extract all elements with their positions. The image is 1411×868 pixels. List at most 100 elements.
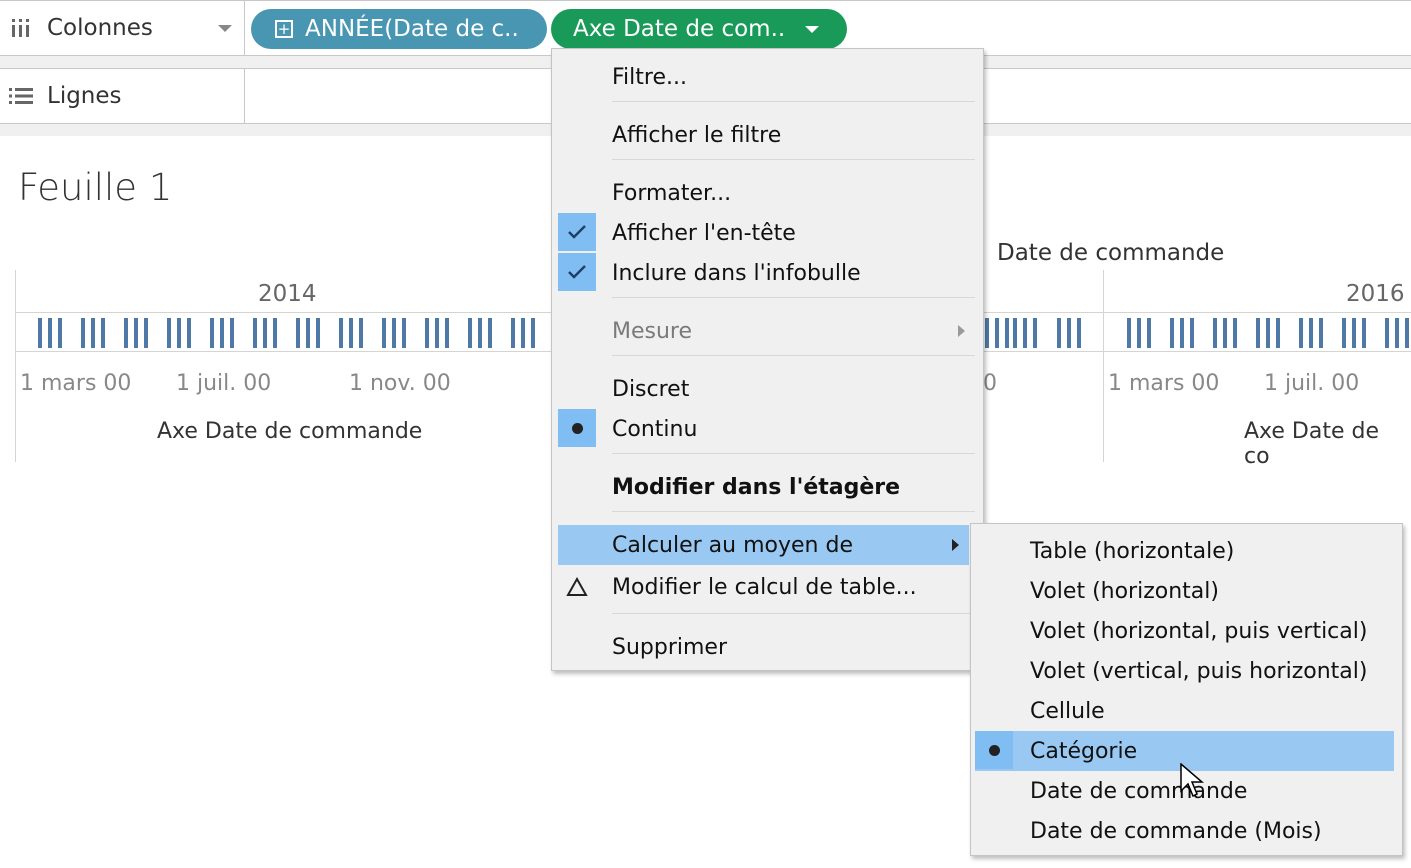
bar-mark[interactable] [134, 318, 138, 348]
bar-mark[interactable] [1170, 318, 1174, 348]
chevron-down-icon[interactable] [218, 25, 232, 32]
bar-mark[interactable] [339, 318, 343, 348]
radio-dot-icon [975, 731, 1013, 769]
bar-mark[interactable] [306, 318, 310, 348]
bar-mark[interactable] [468, 318, 472, 348]
bar-mark[interactable] [316, 318, 320, 348]
bar-mark[interactable] [253, 318, 257, 348]
menu-item-edit-table-calc[interactable]: Modifier le calcul de table... [558, 567, 975, 607]
bar-mark[interactable] [995, 318, 999, 348]
bar-mark[interactable] [521, 318, 525, 348]
bar-mark[interactable] [1319, 318, 1323, 348]
axis-title-partial[interactable]: Axe Date de co [1244, 419, 1411, 469]
bar-mark[interactable] [1256, 318, 1260, 348]
bar-mark[interactable] [1276, 318, 1280, 348]
menu-item-discrete[interactable]: Discret [558, 369, 975, 409]
rows-label: Lignes [47, 83, 122, 109]
submenu-item-pane-horizontal[interactable]: Volet (horizontal) [975, 571, 1394, 611]
bar-mark[interactable] [48, 318, 52, 348]
bar-mark[interactable] [425, 318, 429, 348]
bar-mark[interactable] [382, 318, 386, 348]
bar-mark[interactable] [1147, 318, 1151, 348]
submenu-item-cell[interactable]: Cellule [975, 691, 1394, 731]
submenu-item-label: Table (horizontale) [1030, 538, 1235, 564]
bar-mark[interactable] [263, 318, 267, 348]
menu-item-filter[interactable]: Filtre... [558, 57, 975, 97]
bar-mark[interactable] [1005, 318, 1009, 348]
bar-mark[interactable] [1395, 318, 1399, 348]
bar-mark[interactable] [210, 318, 214, 348]
bar-mark[interactable] [531, 318, 535, 348]
bar-mark[interactable] [1266, 318, 1270, 348]
bar-mark[interactable] [445, 318, 449, 348]
axis-title[interactable]: Axe Date de commande [157, 419, 422, 444]
bar-mark[interactable] [402, 318, 406, 348]
bar-mark[interactable] [435, 318, 439, 348]
bar-mark[interactable] [1223, 318, 1227, 348]
submenu-item-order-date-month[interactable]: Date de commande (Mois) [975, 811, 1394, 851]
bar-mark[interactable] [1309, 318, 1313, 348]
bar-mark[interactable] [296, 318, 300, 348]
menu-item-compute-using[interactable]: Calculer au moyen de [558, 525, 969, 565]
bar-mark[interactable] [1013, 318, 1017, 348]
bar-mark[interactable] [144, 318, 148, 348]
year-header-2014[interactable]: 2014 [258, 281, 317, 307]
menu-item-include-tooltip[interactable]: Inclure dans l'infobulle [558, 253, 975, 293]
bar-mark[interactable] [1213, 318, 1217, 348]
bar-mark[interactable] [101, 318, 105, 348]
bar-mark[interactable] [1405, 318, 1409, 348]
year-header-2016[interactable]: 2016 [1346, 281, 1405, 307]
bar-mark[interactable] [1033, 318, 1037, 348]
pill-year-date[interactable]: + ANNÉE(Date de c.. [251, 9, 547, 49]
bar-mark[interactable] [1023, 318, 1027, 348]
menu-item-edit-in-shelf[interactable]: Modifier dans l'étagère [558, 467, 975, 507]
bar-mark[interactable] [478, 318, 482, 348]
menu-item-format[interactable]: Formater... [558, 173, 975, 213]
menu-item-show-filter[interactable]: Afficher le filtre [558, 115, 975, 155]
expand-plus-icon[interactable]: + [275, 20, 293, 38]
bar-mark[interactable] [1233, 318, 1237, 348]
submenu-item-pane-vertical-horizontal[interactable]: Volet (vertical, puis horizontal) [975, 651, 1394, 691]
bar-mark[interactable] [58, 318, 62, 348]
bar-mark[interactable] [187, 318, 191, 348]
bar-mark[interactable] [1180, 318, 1184, 348]
bar-mark[interactable] [511, 318, 515, 348]
bar-mark[interactable] [220, 318, 224, 348]
bar-mark[interactable] [1385, 318, 1389, 348]
bar-mark[interactable] [177, 318, 181, 348]
menu-separator [612, 159, 975, 160]
bar-mark[interactable] [1342, 318, 1346, 348]
pill-dropdown-icon[interactable] [805, 26, 819, 33]
bar-mark[interactable] [1299, 318, 1303, 348]
bar-mark[interactable] [1362, 318, 1366, 348]
bar-mark[interactable] [359, 318, 363, 348]
bar-mark[interactable] [81, 318, 85, 348]
bar-mark[interactable] [349, 318, 353, 348]
bar-mark[interactable] [1067, 318, 1071, 348]
bar-mark[interactable] [38, 318, 42, 348]
submenu-item-pane-horizontal-vertical[interactable]: Volet (horizontal, puis vertical) [975, 611, 1394, 651]
bar-mark[interactable] [124, 318, 128, 348]
menu-separator [612, 613, 975, 614]
bar-mark[interactable] [1057, 318, 1061, 348]
pill-axis-date[interactable]: Axe Date de com.. [551, 9, 847, 49]
menu-item-show-header[interactable]: Afficher l'en-tête [558, 213, 975, 253]
bar-mark[interactable] [488, 318, 492, 348]
bar-mark[interactable] [167, 318, 171, 348]
bar-mark[interactable] [1352, 318, 1356, 348]
bar-mark[interactable] [985, 318, 989, 348]
menu-item-delete[interactable]: Supprimer [558, 627, 975, 667]
bar-mark[interactable] [1190, 318, 1194, 348]
bar-mark[interactable] [1127, 318, 1131, 348]
bar-mark[interactable] [392, 318, 396, 348]
menu-item-label: Afficher le filtre [612, 122, 782, 148]
bar-mark[interactable] [230, 318, 234, 348]
menu-item-continuous[interactable]: Continu [558, 409, 975, 449]
menu-item-label: Modifier le calcul de table... [612, 574, 917, 600]
submenu-item-table-horizontal[interactable]: Table (horizontale) [975, 531, 1394, 571]
submenu-item-label: Cellule [1030, 698, 1105, 724]
bar-mark[interactable] [91, 318, 95, 348]
bar-mark[interactable] [273, 318, 277, 348]
bar-mark[interactable] [1077, 318, 1081, 348]
bar-mark[interactable] [1137, 318, 1141, 348]
